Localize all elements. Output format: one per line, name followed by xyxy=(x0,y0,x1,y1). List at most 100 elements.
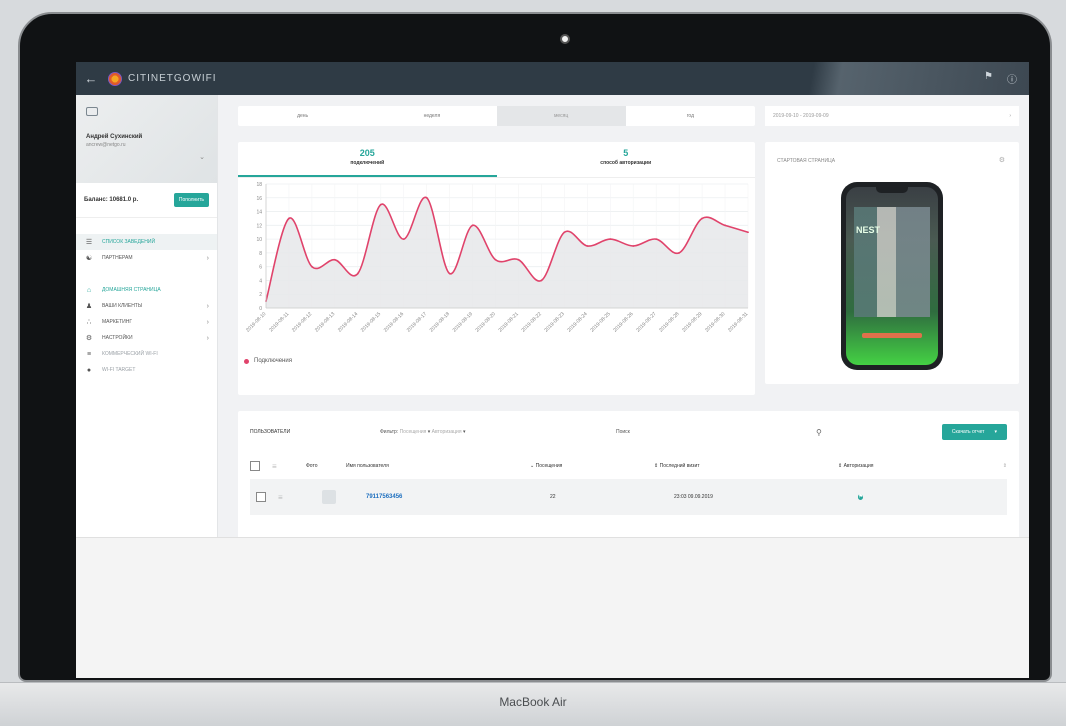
sidebar-item-venues[interactable]: ☰ СПИСОК ЗАВЕДЕНИЙ xyxy=(76,234,217,250)
chevron-right-icon: › xyxy=(206,254,209,262)
gear-icon: ⚙ xyxy=(85,335,93,342)
bell-icon[interactable]: ⚑ xyxy=(984,71,993,86)
filter: Фильтр: Посещения ▾ Авторизация ▾ xyxy=(380,429,466,435)
search-icon[interactable]: ⚲ xyxy=(816,428,896,437)
y-tick-label: 16 xyxy=(256,196,262,202)
search-input[interactable]: Поиск xyxy=(616,429,816,435)
tab-auth-methods[interactable]: 5 способ авторизации xyxy=(497,142,756,177)
x-tick-label: 2019-08-29 xyxy=(681,311,703,333)
sidebar-item-commercial-wifi[interactable]: ≡ КОММЕРЧЕСКИЙ WI-FI xyxy=(76,346,217,362)
x-tick-label: 2019-08-17 xyxy=(406,311,428,333)
stat-tabs: 205 подключений 5 способ авторизации xyxy=(238,142,755,178)
x-tick-label: 2019-08-24 xyxy=(566,311,588,333)
back-arrow-icon[interactable]: ← xyxy=(76,71,106,86)
sidebar-item-marketing[interactable]: ∴ МАРКЕТИНГ › xyxy=(76,314,217,330)
x-tick-label: 2019-08-26 xyxy=(612,311,634,333)
auth-method-icon: ⚑ xyxy=(858,494,864,500)
data-point xyxy=(494,258,497,261)
select-all-checkbox[interactable] xyxy=(250,461,260,471)
drag-handle-icon: ≡ xyxy=(278,492,283,502)
data-point xyxy=(471,224,474,227)
legend-dot xyxy=(244,358,249,364)
col-auth[interactable]: ⇕ Авторизация xyxy=(838,463,978,469)
sidebar-item-label: КОММЕРЧЕСКИЙ WI-FI xyxy=(102,351,158,357)
x-tick-label: 2019-08-18 xyxy=(429,311,451,333)
y-tick-label: 10 xyxy=(256,237,262,243)
y-tick-label: 18 xyxy=(256,182,262,188)
date-range-picker[interactable]: 2019-09-10 - 2019-09-09 › xyxy=(765,106,1019,126)
laptop-base: MacBook Air xyxy=(0,682,1066,726)
col-last-visit[interactable]: ⇕ Последний визит xyxy=(654,463,838,469)
x-tick-label: 2019-08-23 xyxy=(543,311,565,333)
top-bar: ← CITINETGOWIFI ⚑ ⓘ xyxy=(76,62,1029,95)
tab-year[interactable]: год xyxy=(626,106,755,126)
profile-block[interactable]: Андрей Сухинский ancrew@netgo.ru ⌄ xyxy=(76,95,217,183)
chevron-right-icon: › xyxy=(206,318,209,326)
auth-methods-label: способ авторизации xyxy=(600,160,652,166)
phone-notch xyxy=(876,187,908,193)
x-tick-label: 2019-08-22 xyxy=(521,311,543,333)
col-visits[interactable]: ⌄ Посещения xyxy=(530,463,654,469)
x-tick-label: 2019-08-12 xyxy=(291,311,313,333)
sidebar-item-label: ВАШИ КЛИЕНТЫ xyxy=(102,303,143,309)
y-tick-label: 8 xyxy=(259,251,262,257)
data-point xyxy=(311,265,313,268)
tab-day[interactable]: день xyxy=(238,106,367,126)
user-link[interactable]: 79117563456 xyxy=(366,494,550,500)
pin-icon: ● xyxy=(86,366,92,374)
network-icon: ∴ xyxy=(86,319,92,326)
tab-month[interactable]: месяц xyxy=(496,106,626,126)
col-username[interactable]: Имя пользователя xyxy=(346,463,530,469)
x-tick-label: 2019-08-28 xyxy=(658,311,680,333)
y-tick-label: 6 xyxy=(259,265,262,271)
data-point xyxy=(517,258,520,261)
phone-preview: NEST xyxy=(841,182,943,370)
gear-icon[interactable]: ⚙ xyxy=(999,156,1005,164)
sidebar-item-settings[interactable]: ⚙ НАСТРОЙКИ › xyxy=(76,330,217,346)
sidebar-item-clients[interactable]: ♟ ВАШИ КЛИЕНТЫ › xyxy=(76,298,217,314)
x-tick-label: 2019-08-11 xyxy=(268,311,290,333)
person-icon: ♟ xyxy=(85,303,93,310)
profile-email: ancrew@netgo.ru xyxy=(86,142,126,148)
sidebar-item-partners[interactable]: ☯ ПАРТНЕРАМ › xyxy=(76,250,217,266)
chevron-right-icon: › xyxy=(206,334,209,342)
data-point xyxy=(563,231,566,234)
data-point xyxy=(678,251,681,254)
data-point xyxy=(586,245,589,247)
tab-week[interactable]: неделя xyxy=(367,106,496,126)
row-checkbox[interactable] xyxy=(256,492,266,502)
x-tick-label: 2019-08-14 xyxy=(337,311,359,333)
home-icon: ⌂ xyxy=(86,286,92,294)
data-point xyxy=(724,224,726,227)
topup-button[interactable]: Пополнить xyxy=(173,193,209,207)
chevron-down-icon: › xyxy=(1009,113,1011,119)
chevron-right-icon: › xyxy=(206,302,209,310)
y-tick-label: 0 xyxy=(259,306,262,312)
list-icon: ☰ xyxy=(85,239,93,246)
filter-auth[interactable]: Авторизация xyxy=(432,429,462,435)
chevron-down-icon[interactable]: ⌄ xyxy=(199,153,205,161)
sidebar-item-home[interactable]: ⌂ ДОМАШНЯЯ СТРАНИЦА xyxy=(76,282,217,298)
data-point xyxy=(356,272,359,275)
help-icon[interactable]: ⓘ xyxy=(1007,71,1017,86)
y-tick-label: 14 xyxy=(256,210,262,216)
table-row[interactable]: ≡ 79117563456 22 23:03 09.09.2019 ⚑ xyxy=(250,479,1007,515)
x-tick-label: 2019-08-25 xyxy=(589,311,611,333)
x-tick-label: 2019-08-19 xyxy=(452,311,474,333)
tab-connections[interactable]: 205 подключений xyxy=(238,142,497,177)
phone-screen: NEST xyxy=(846,187,938,365)
x-tick-label: 2019-08-20 xyxy=(475,311,497,333)
laptop-brand: MacBook Air xyxy=(499,695,567,709)
download-report-button[interactable]: Скачать отчет ▾ xyxy=(941,424,1007,440)
screen: ← CITINETGOWIFI ⚑ ⓘ Андрей Сухинский anc… xyxy=(76,62,1029,678)
sort-icon[interactable]: ⇕ xyxy=(1003,463,1007,469)
building-image xyxy=(854,207,930,317)
landing-title: СТАРТОВАЯ СТРАНИЦА xyxy=(777,158,836,164)
data-point xyxy=(448,272,451,275)
sidebar-item-wifi-target[interactable]: ● WI-FI TARGET xyxy=(76,362,217,378)
topbar-actions: ⚑ ⓘ xyxy=(984,71,1029,86)
camera-icon xyxy=(560,34,570,44)
profile-name: Андрей Сухинский xyxy=(86,134,143,140)
filter-visits[interactable]: Посещения xyxy=(400,429,427,435)
data-point xyxy=(425,196,428,199)
